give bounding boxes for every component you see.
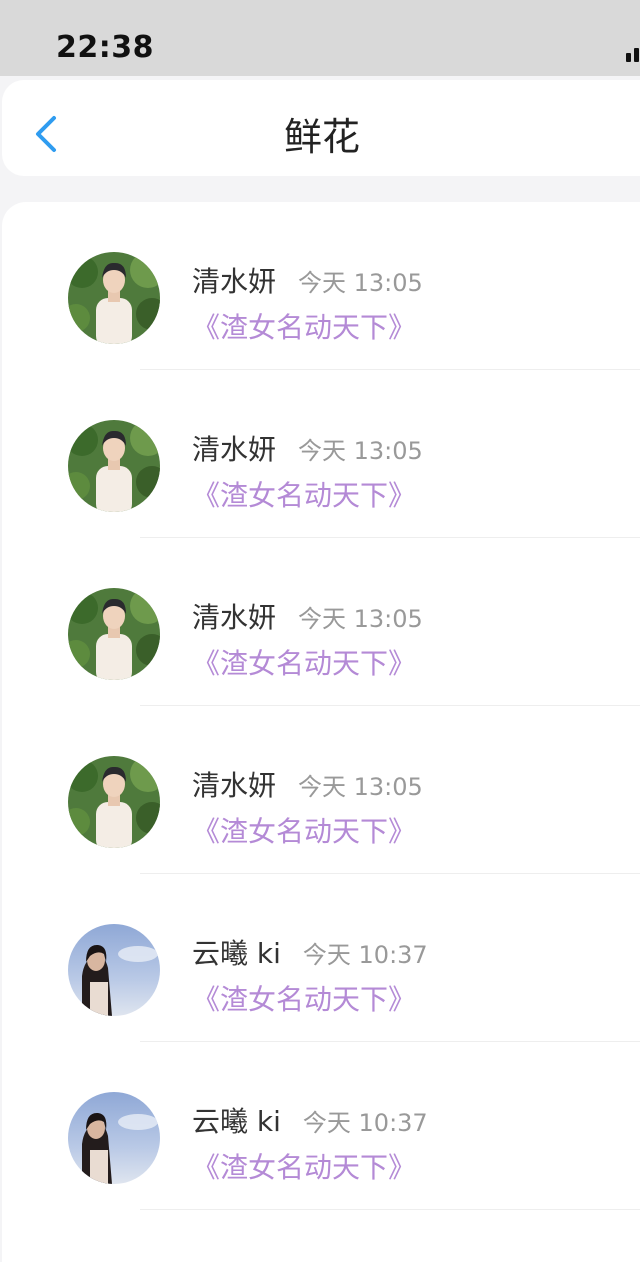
- timestamp: 今天 13:05: [298, 773, 423, 801]
- list-item[interactable]: 云曦 ki 今天 10:37 《渣女名动天下》: [2, 1042, 640, 1210]
- sender-name-text: 清水妍: [192, 265, 277, 298]
- avatar[interactable]: [68, 252, 160, 344]
- nav-bar: 鲜花: [2, 80, 640, 176]
- book-link[interactable]: 《渣女名动天下》: [192, 306, 416, 346]
- timestamp: 今天 10:37: [302, 1109, 428, 1137]
- sender-name: 云曦 ki 今天 10:37: [192, 1100, 428, 1140]
- sender-name: 清水妍 今天 13:05: [192, 260, 423, 300]
- sender-name-text: 云曦 ki: [192, 1105, 281, 1138]
- book-link[interactable]: 《渣女名动天下》: [192, 978, 416, 1018]
- divider: [140, 1209, 640, 1210]
- avatar[interactable]: [68, 1092, 160, 1184]
- sender-name-text: 云曦 ki: [192, 937, 281, 970]
- page-title: 鲜花: [283, 115, 360, 159]
- avatar[interactable]: [68, 588, 160, 680]
- sender-name-text: 清水妍: [192, 433, 277, 466]
- book-link[interactable]: 《渣女名动天下》: [192, 474, 416, 514]
- sender-name: 清水妍 今天 13:05: [192, 764, 423, 804]
- flower-list: 清水妍 今天 13:05 《渣女名动天下》 清水妍 今天 13:05 《渣女名动天下…: [2, 202, 640, 1262]
- timestamp: 今天 13:05: [298, 269, 423, 297]
- sender-name: 清水妍 今天 13:05: [192, 428, 423, 468]
- list-item[interactable]: 清水妍 今天 13:05 《渣女名动天下》: [2, 370, 640, 538]
- sender-name: 清水妍 今天 13:05: [192, 596, 423, 636]
- status-time: 22:38: [56, 30, 154, 65]
- status-bar: 22:38: [0, 0, 640, 76]
- avatar[interactable]: [68, 420, 160, 512]
- list-item[interactable]: 云曦 ki 今天 10:37 《渣女名动天下》: [2, 874, 640, 1042]
- book-link[interactable]: 《渣女名动天下》: [192, 642, 416, 682]
- avatar[interactable]: [68, 924, 160, 1016]
- timestamp: 今天 13:05: [298, 437, 423, 465]
- list-item[interactable]: 清水妍 今天 13:05 《渣女名动天下》: [2, 706, 640, 874]
- timestamp: 今天 10:37: [302, 941, 428, 969]
- sender-name: 云曦 ki 今天 10:37: [192, 932, 428, 972]
- signal-icon: [626, 44, 640, 62]
- book-link[interactable]: 《渣女名动天下》: [192, 1146, 416, 1186]
- book-link[interactable]: 《渣女名动天下》: [192, 810, 416, 850]
- timestamp: 今天 13:05: [298, 605, 423, 633]
- list-item[interactable]: 清水妍 今天 13:05 《渣女名动天下》: [2, 538, 640, 706]
- list-item[interactable]: 清水妍 今天 13:05 《渣女名动天下》: [2, 202, 640, 370]
- avatar[interactable]: [68, 756, 160, 848]
- sender-name-text: 清水妍: [192, 769, 277, 802]
- sender-name-text: 清水妍: [192, 601, 277, 634]
